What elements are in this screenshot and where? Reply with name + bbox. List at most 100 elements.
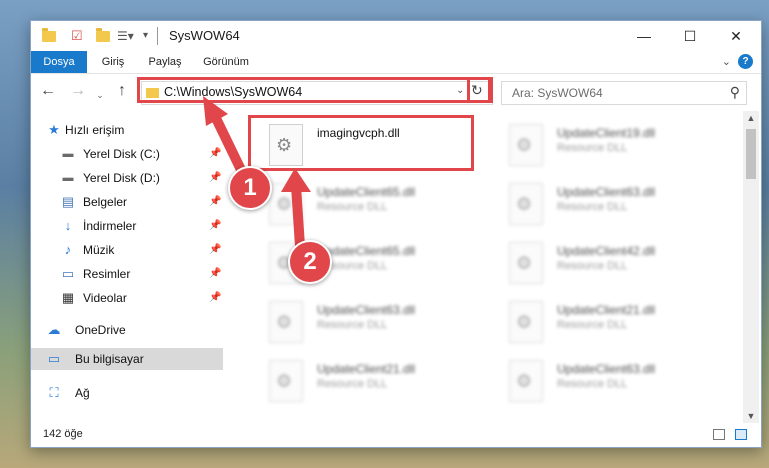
sidebar-item-label: Resimler — [83, 267, 131, 281]
sidebar-item-network[interactable]: ⛶ Ağ — [31, 382, 223, 404]
dll-file-icon: ⚙ — [269, 183, 303, 225]
tab-gorunum[interactable]: Görünüm — [197, 51, 255, 73]
file-item[interactable]: ⚙ UpdateClient19.dll Resource DLL — [493, 118, 723, 170]
file-name: UpdateClient21.dll — [317, 362, 416, 376]
gear-icon: ⚙ — [276, 194, 293, 214]
properties-check-icon[interactable]: ☑ — [71, 28, 87, 44]
dll-file-icon: ⚙ — [509, 124, 543, 166]
customize-toolbar-chevron-icon[interactable]: ▾ — [143, 28, 153, 44]
dll-file-icon: ⚙ — [269, 124, 303, 166]
tab-paylas[interactable]: Paylaş — [139, 51, 191, 73]
up-arrow-icon[interactable]: ↑ — [113, 83, 131, 99]
file-name: UpdateClient42.dll — [557, 244, 656, 258]
sidebar-item-label: Hızlı erişim — [65, 123, 125, 137]
dll-file-icon: ⚙ — [269, 301, 303, 343]
sidebar-item-local-disk-c[interactable]: ▬ Yerel Disk (C:) 📌 — [31, 143, 223, 165]
file-type: Resource DLL — [557, 260, 628, 272]
vertical-scrollbar[interactable]: ▲ ▼ — [743, 111, 759, 423]
close-button[interactable]: ✕ — [713, 21, 759, 51]
navigation-bar: ← → ⌄ ↑ C:\Windows\SysWOW64 ⌄ ↻ Ara: Sys… — [31, 74, 761, 110]
pin-icon[interactable]: 📌 — [209, 244, 221, 255]
sidebar-item-videos[interactable]: ▦ Videolar 📌 — [31, 287, 223, 309]
pin-icon[interactable]: 📌 — [209, 172, 221, 183]
sidebar-item-label: Yerel Disk (D:) — [83, 171, 160, 185]
recent-locations-chevron-icon[interactable]: ⌄ — [91, 87, 109, 103]
forward-arrow-icon[interactable]: → — [69, 83, 87, 99]
sidebar-item-label: Belgeler — [83, 195, 128, 209]
scroll-down-arrow-icon[interactable]: ▼ — [743, 409, 759, 423]
back-arrow-icon[interactable]: ← — [39, 83, 57, 99]
file-item[interactable]: ⚙ UpdateClient63.dll Resource DLL — [253, 295, 483, 347]
file-item[interactable]: ⚙ UpdateClient63.dll Resource DLL — [493, 354, 723, 406]
search-icon[interactable]: ⚲ — [730, 84, 740, 101]
file-name: imagingvcph.dll — [317, 126, 400, 140]
ribbon-tabs: Dosya Giriş Paylaş Görünüm ⌄ ? — [31, 51, 761, 74]
large-icons-view-icon[interactable] — [735, 429, 747, 440]
file-type: Resource DLL — [557, 142, 628, 154]
pin-icon[interactable]: 📌 — [209, 196, 221, 207]
download-icon: ↓ — [64, 218, 72, 233]
gear-icon: ⚙ — [276, 371, 293, 391]
search-box[interactable]: Ara: SysWOW64 ⚲ — [501, 81, 747, 105]
file-type: Resource DLL — [317, 319, 388, 331]
file-item[interactable]: ⚙ UpdateClient63.dll Resource DLL — [493, 177, 723, 229]
file-name: UpdateClient65.dll — [317, 244, 416, 258]
file-name: UpdateClient63.dll — [557, 362, 656, 376]
title-separator — [157, 27, 158, 45]
pin-icon[interactable]: 📌 — [209, 292, 221, 303]
sidebar-item-music[interactable]: ♪ Müzik 📌 — [31, 239, 223, 261]
minimize-button[interactable]: — — [621, 21, 667, 51]
scroll-up-arrow-icon[interactable]: ▲ — [743, 111, 759, 125]
quick-access-toolbar-icon[interactable]: ☰▾ — [117, 28, 137, 44]
sidebar-item-this-pc[interactable]: ▭ Bu bilgisayar — [31, 348, 223, 370]
item-count: 142 öğe — [43, 428, 83, 440]
file-item[interactable]: ⚙ UpdateClient21.dll Resource DLL — [493, 295, 723, 347]
file-type: Resource DLL — [557, 201, 628, 213]
file-item-imagingvcph[interactable]: ⚙ imagingvcph.dll — [253, 118, 483, 170]
maximize-button[interactable]: ☐ — [667, 21, 713, 51]
details-view-icon[interactable] — [713, 429, 725, 440]
pin-icon[interactable]: 📌 — [209, 148, 221, 159]
address-dropdown-chevron-icon[interactable]: ⌄ — [456, 85, 464, 96]
sidebar-item-documents[interactable]: ▤ Belgeler 📌 — [31, 191, 223, 213]
drive-icon: ▬ — [62, 172, 74, 184]
file-name: UpdateClient63.dll — [317, 303, 416, 317]
step-1-badge: 1 — [228, 166, 272, 210]
address-path[interactable]: C:\Windows\SysWOW64 — [164, 85, 302, 99]
pictures-icon: ▭ — [61, 266, 75, 281]
scrollbar-thumb[interactable] — [746, 129, 756, 179]
expand-ribbon-chevron-icon[interactable]: ⌄ — [722, 55, 731, 68]
file-item[interactable]: ⚙ UpdateClient65.dll Resource DLL — [253, 177, 483, 229]
sidebar-item-local-disk-d[interactable]: ▬ Yerel Disk (D:) 📌 — [31, 167, 223, 189]
sidebar-item-label: OneDrive — [75, 323, 126, 337]
sidebar-item-pictures[interactable]: ▭ Resimler 📌 — [31, 263, 223, 285]
computer-icon: ▭ — [47, 351, 61, 366]
file-name: UpdateClient65.dll — [317, 185, 416, 199]
pin-icon[interactable]: 📌 — [209, 268, 221, 279]
refresh-icon[interactable]: ↻ — [471, 82, 483, 99]
new-folder-icon[interactable] — [95, 28, 111, 44]
sidebar-item-label: Ağ — [75, 386, 90, 400]
gear-icon: ⚙ — [516, 371, 533, 391]
tab-dosya[interactable]: Dosya — [31, 51, 87, 73]
file-type: Resource DLL — [317, 378, 388, 390]
dll-file-icon: ⚙ — [509, 242, 543, 284]
sidebar-item-downloads[interactable]: ↓ İndirmeler 📌 — [31, 215, 223, 237]
sidebar-item-quick-access[interactable]: ★ Hızlı erişim — [31, 119, 223, 141]
gear-icon: ⚙ — [516, 253, 533, 273]
file-type: Resource DLL — [557, 319, 628, 331]
file-name: UpdateClient63.dll — [557, 185, 656, 199]
pin-icon[interactable]: 📌 — [209, 220, 221, 231]
network-icon: ⛶ — [49, 385, 59, 400]
sidebar-item-onedrive[interactable]: ☁ OneDrive — [31, 319, 223, 341]
gear-icon: ⚙ — [516, 194, 533, 214]
help-icon[interactable]: ? — [738, 54, 753, 69]
tab-giris[interactable]: Giriş — [91, 51, 135, 73]
file-item[interactable]: ⚙ UpdateClient21.dll Resource DLL — [253, 354, 483, 406]
videos-icon: ▦ — [61, 290, 75, 305]
file-type: Resource DLL — [317, 201, 388, 213]
address-bar[interactable]: C:\Windows\SysWOW64 ⌄ — [141, 81, 493, 105]
dll-file-icon: ⚙ — [509, 301, 543, 343]
step-2-badge: 2 — [288, 240, 332, 284]
file-item[interactable]: ⚙ UpdateClient42.dll Resource DLL — [493, 236, 723, 288]
